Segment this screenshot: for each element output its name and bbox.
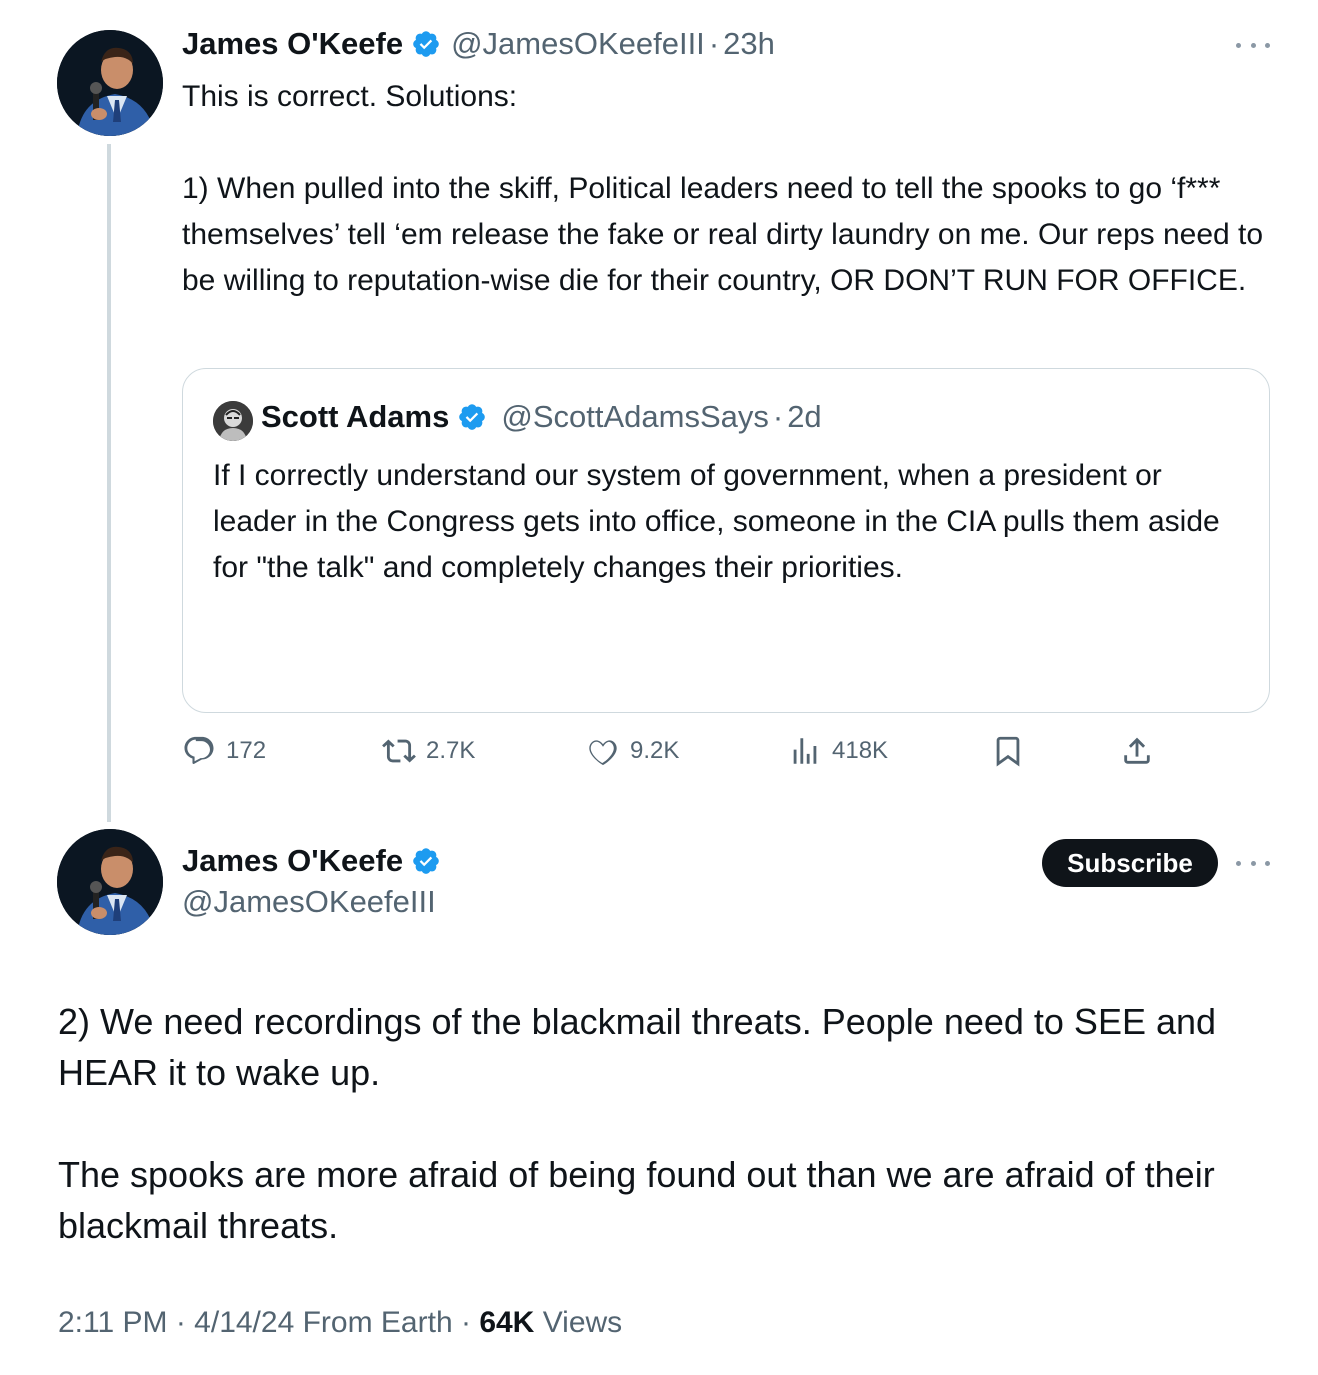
bookmark-icon — [996, 736, 1020, 767]
subscribe-button[interactable]: Subscribe — [1042, 839, 1218, 887]
author-name[interactable]: James O'Keefe — [182, 26, 403, 62]
separator-dot: · — [708, 26, 720, 61]
quoted-tweet[interactable]: Scott Adams @ScottAdamsSays · 2d If I co… — [182, 368, 1270, 713]
tweet-time[interactable]: 23h — [723, 26, 775, 62]
views-button[interactable]: 418K — [788, 728, 888, 774]
quoted-author-avatar — [213, 401, 253, 441]
quoted-author-name: Scott Adams — [261, 399, 450, 434]
more-dots-icon[interactable] — [1236, 858, 1270, 868]
repost-icon — [382, 739, 416, 763]
verified-badge-icon — [457, 402, 487, 432]
quoted-tweet-header: Scott Adams @ScottAdamsSays · 2d — [261, 399, 822, 435]
views-chart-icon — [793, 738, 817, 764]
reply-count: 172 — [226, 737, 267, 764]
author-handle[interactable]: @JamesOKeefeIII — [182, 884, 436, 920]
tweet-paragraph: 2) We need recordings of the blackmail t… — [58, 1001, 1217, 1093]
tweet-header: James O'Keefe — [182, 843, 441, 879]
verified-badge-icon[interactable] — [411, 846, 441, 876]
thread-connector-line — [107, 144, 111, 822]
repost-count: 2.7K — [426, 737, 476, 764]
separator-dot: · — [772, 399, 784, 434]
reply-icon — [184, 736, 214, 764]
bookmark-button[interactable] — [991, 728, 1025, 774]
author-avatar[interactable] — [57, 30, 163, 136]
quoted-tweet-time: 2d — [787, 399, 822, 434]
tweet-actions-bar: 172 2.7K 9.2K 418K — [182, 728, 1182, 774]
share-button[interactable] — [1120, 728, 1154, 774]
views-label: Views — [534, 1306, 623, 1339]
tweet-date[interactable]: 4/14/24 — [194, 1306, 294, 1340]
author-avatar[interactable] — [57, 829, 163, 935]
heart-icon — [589, 740, 617, 766]
verified-badge-icon[interactable] — [411, 29, 441, 59]
share-icon — [1124, 737, 1150, 764]
tweet-timestamp[interactable]: 2:11 PM — [58, 1306, 168, 1340]
tweet-header: James O'Keefe @JamesOKeefeIII · 23h — [182, 26, 775, 62]
separator-dot: · — [452, 1306, 480, 1339]
tweet-text: 2) We need recordings of the blackmail t… — [58, 996, 1278, 1251]
tweet-meta-footer: 2:11 PM · 4/14/24 From Earth · 64K Views — [58, 1306, 622, 1340]
tweet-text: This is correct. Solutions: 1) When pull… — [182, 80, 1264, 297]
quoted-author-handle: @ScottAdamsSays — [501, 399, 769, 434]
views-count: 418K — [832, 737, 889, 764]
repost-button[interactable]: 2.7K — [382, 728, 475, 774]
author-name[interactable]: James O'Keefe — [182, 843, 403, 879]
more-dots-icon[interactable] — [1236, 40, 1270, 50]
reply-button[interactable]: 172 — [182, 728, 266, 774]
quoted-tweet-text: If I correctly understand our system of … — [213, 459, 1220, 584]
views-count[interactable]: 64K — [479, 1306, 534, 1340]
like-button[interactable]: 9.2K — [586, 728, 679, 774]
tweet-paragraph: The spooks are more afraid of being foun… — [58, 1154, 1215, 1246]
author-handle[interactable]: @JamesOKeefeIII — [451, 26, 705, 62]
separator-dot: · — [167, 1306, 195, 1339]
like-count: 9.2K — [630, 737, 680, 764]
tweet-source: From Earth — [294, 1306, 453, 1339]
